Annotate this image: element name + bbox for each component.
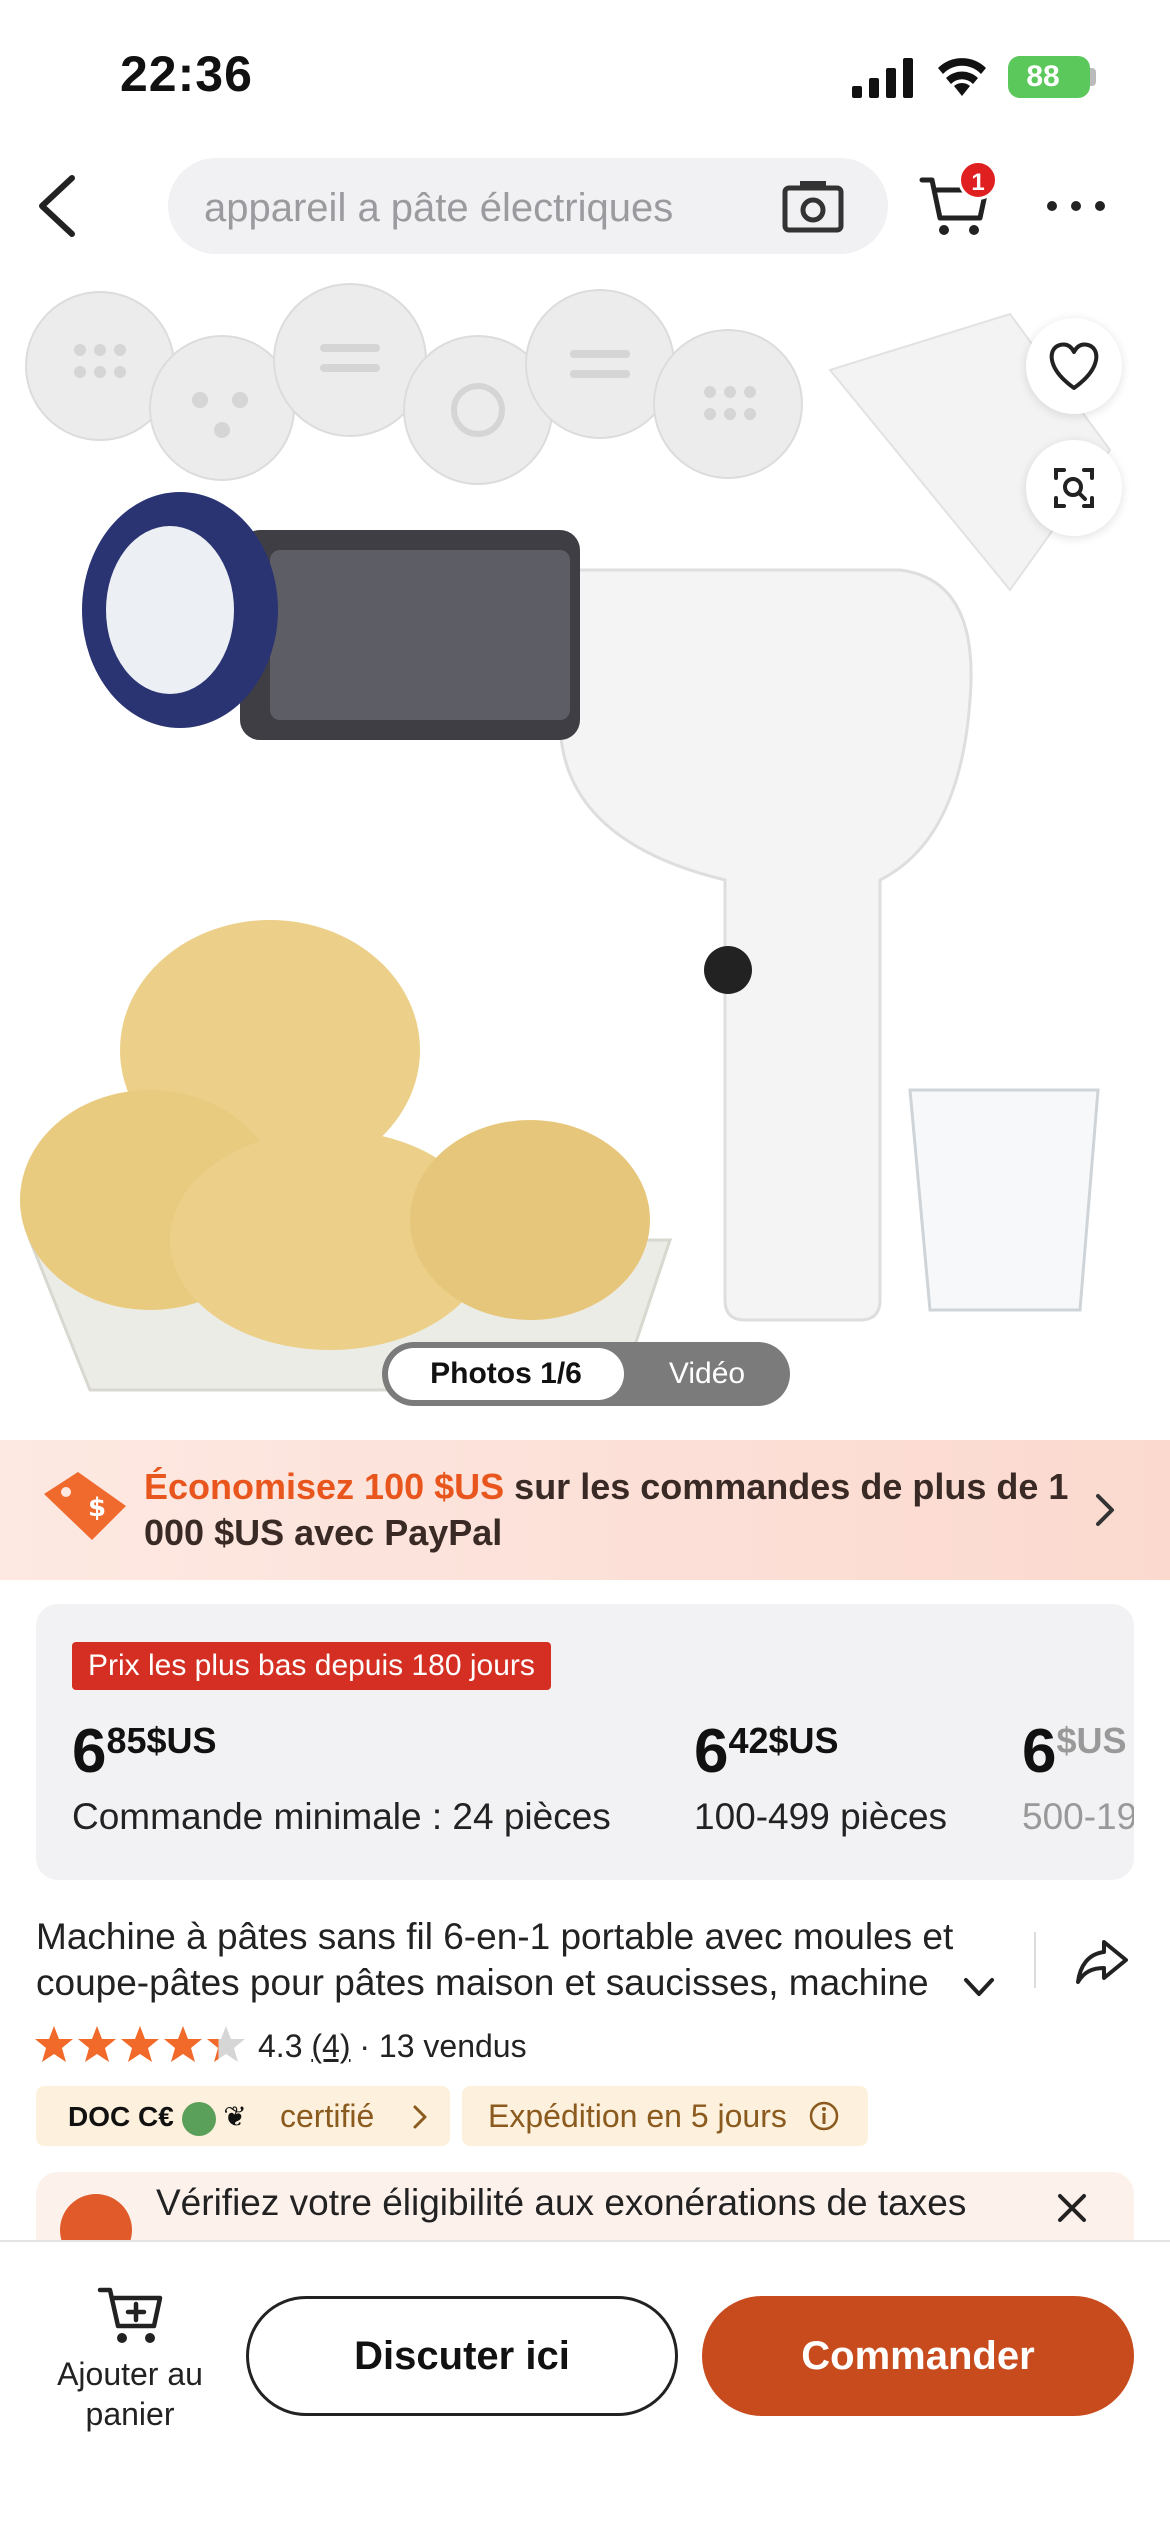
svg-text:$: $ — [88, 1493, 106, 1523]
chevron-right-icon[interactable] — [1090, 1490, 1120, 1530]
back-icon[interactable] — [28, 170, 88, 242]
wifi-icon — [938, 58, 986, 96]
tax-exemption-notice[interactable]: Vérifiez votre éligibilité aux exonérati… — [36, 2172, 1134, 2242]
star-rating-icon — [35, 2026, 245, 2062]
image-search-icon[interactable] — [1026, 440, 1122, 536]
battery-level: 88 — [1026, 60, 1060, 93]
bottom-action-bar: Ajouter au panier Discuter ici Commander — [0, 2240, 1170, 2532]
certification-logos: DOC C€ ❦ — [68, 2100, 247, 2136]
tax-notice-text: Vérifiez votre éligibilité aux exonérati… — [156, 2182, 967, 2223]
battery-indicator: 88 — [1008, 56, 1090, 98]
review-count[interactable]: (4) — [311, 2028, 350, 2064]
tax-icon — [60, 2194, 132, 2242]
status-time: 22:36 — [120, 46, 253, 102]
chevron-right-icon — [413, 2105, 427, 2129]
tab-video[interactable]: Vidéo — [632, 1348, 782, 1400]
cellular-signal-icon — [852, 58, 913, 98]
coupon-tag-icon: $ — [44, 1472, 126, 1540]
tier-price: 685$US — [72, 1717, 217, 1786]
camera-icon[interactable] — [782, 178, 844, 234]
rohs-logo-icon — [181, 2101, 216, 2136]
product-title[interactable]: Machine à pâtes sans fil 6-en-1 portable… — [36, 1914, 1006, 2006]
cart-count-badge: 1 — [958, 160, 998, 200]
promo-text: Économisez 100 $US sur les commandes de … — [144, 1464, 1074, 1556]
certification-tag[interactable]: DOC C€ ❦ certifié — [36, 2086, 450, 2146]
add-to-cart-label: Ajouter au panier — [57, 2356, 203, 2432]
add-cart-icon — [97, 2287, 163, 2343]
battery-tip — [1090, 68, 1096, 86]
order-button[interactable]: Commander — [702, 2296, 1134, 2416]
info-icon[interactable] — [808, 2100, 840, 2132]
search-query-text: appareil a pâte électriques — [204, 186, 674, 230]
close-icon[interactable] — [1054, 2190, 1090, 2226]
tier-quantity: 500-1999 pièces — [1022, 1796, 1134, 1837]
tier-price: 642$US — [694, 1717, 839, 1786]
tab-photos[interactable]: Photos 1/6 — [388, 1348, 624, 1400]
shipping-label: Expédition en 5 jours — [488, 2098, 787, 2134]
media-toggle[interactable]: Photos 1/6 Vidéo — [382, 1342, 790, 1406]
tier-price: 6$US — [1022, 1717, 1127, 1786]
paypal-promo-banner[interactable]: $ Économisez 100 $US sur les commandes d… — [0, 1440, 1170, 1580]
rating-value: 4.3 — [258, 2028, 303, 2064]
search-input[interactable]: appareil a pâte électriques — [168, 158, 888, 254]
eco-leaf-icon: ❦ — [223, 2101, 247, 2132]
chevron-down-icon[interactable] — [962, 1976, 996, 2000]
rating-summary: 4.3 (4) · 13 vendus — [258, 2028, 527, 2065]
price-tier[interactable]: 685$US Commande minimale : 24 pièces — [72, 1716, 611, 1838]
share-icon[interactable] — [1074, 1936, 1130, 1988]
tier-quantity: Commande minimale : 24 pièces — [72, 1796, 611, 1837]
certification-label: certifié — [280, 2098, 375, 2134]
lowest-price-badge: Prix les plus bas depuis 180 jours — [72, 1642, 551, 1690]
divider — [1034, 1932, 1036, 1988]
sold-count: · 13 vendus — [350, 2028, 527, 2064]
chat-button[interactable]: Discuter ici — [246, 2296, 678, 2416]
status-bar: 22:36 88 — [0, 0, 1170, 150]
price-tiers-card: Prix les plus bas depuis 180 jours 685$U… — [36, 1604, 1134, 1880]
more-icon[interactable] — [1044, 196, 1108, 216]
promo-highlight: Économisez 100 $US — [144, 1466, 505, 1507]
product-image — [20, 283, 1112, 1392]
price-tier[interactable]: 642$US 100-499 pièces — [694, 1716, 947, 1838]
tier-quantity: 100-499 pièces — [694, 1796, 948, 1837]
price-tier[interactable]: 6$US 500-1999 pièces — [1022, 1716, 1134, 1838]
shipping-tag[interactable]: Expédition en 5 jours — [462, 2086, 868, 2146]
add-to-cart-button[interactable]: Ajouter au panier — [30, 2282, 230, 2432]
heart-icon[interactable] — [1026, 318, 1122, 414]
product-image-gallery[interactable] — [0, 280, 1170, 1440]
